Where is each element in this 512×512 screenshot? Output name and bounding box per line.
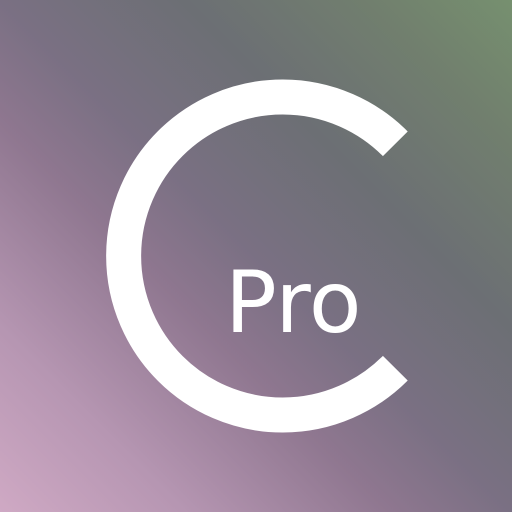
logo-graphic: Pro <box>106 79 408 433</box>
pro-wordmark: Pro <box>225 253 361 353</box>
app-icon: Pro <box>0 0 512 512</box>
